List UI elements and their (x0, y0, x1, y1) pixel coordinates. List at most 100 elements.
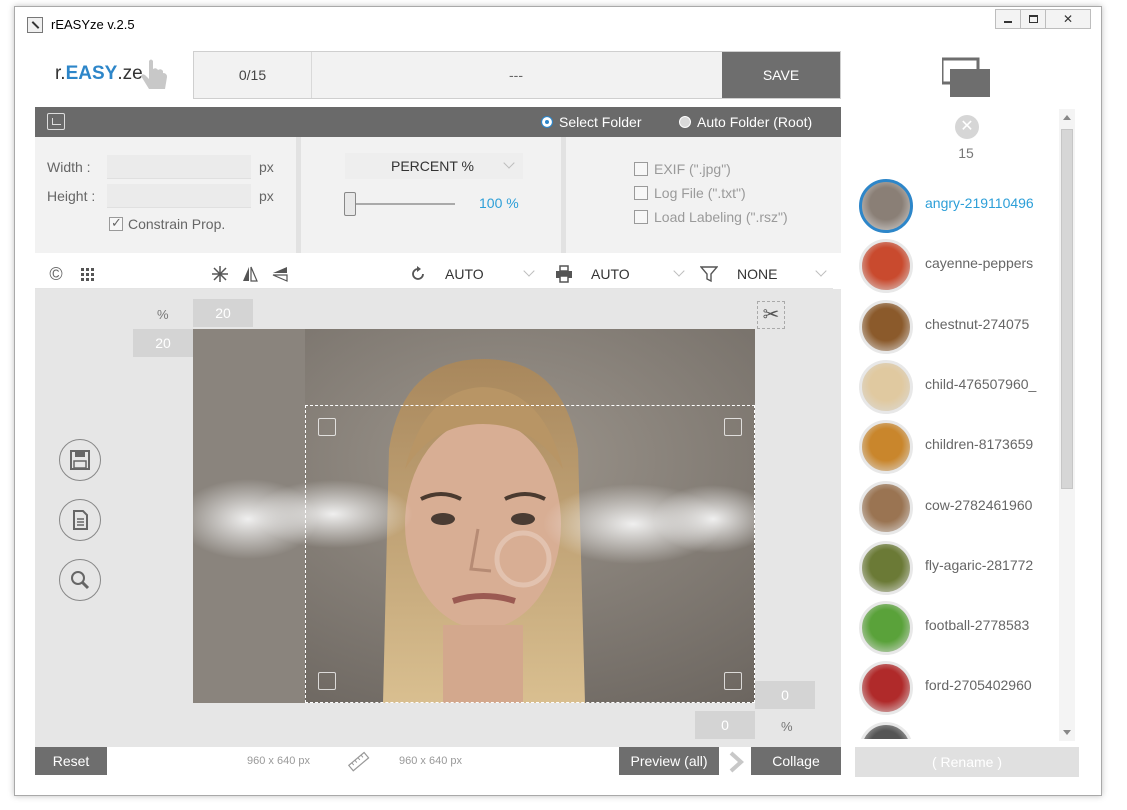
progress-count: 0/15 (194, 52, 312, 98)
scroll-down-icon[interactable] (1063, 730, 1071, 735)
panel-divider (296, 137, 301, 253)
file-list-item[interactable]: child-476507960_ (855, 358, 1061, 416)
minimize-button[interactable] (995, 9, 1021, 29)
target-size-label: 960 x 640 px (399, 755, 462, 767)
print-icon[interactable] (555, 265, 573, 283)
load-labeling-label: Load Labeling (".rsz") (654, 209, 788, 225)
save-button[interactable]: SAVE (722, 52, 840, 98)
settings-panel: Width : px Height : px Constrain Prop. P… (35, 137, 841, 253)
rotate-select[interactable]: AUTO (439, 261, 539, 287)
radio-dot (679, 116, 691, 128)
file-count: 15 (958, 145, 974, 161)
chevron-right-icon (729, 751, 744, 773)
file-list-scrollbar[interactable] (1059, 109, 1075, 741)
clear-list-icon[interactable]: ✕ (955, 115, 979, 139)
constrain-checkbox[interactable] (109, 215, 123, 231)
file-thumbnail (859, 661, 913, 716)
image-preview[interactable] (193, 329, 755, 703)
document-icon (73, 510, 88, 530)
preview-all-button[interactable]: Preview (all) (619, 747, 719, 775)
bottom-percent-label: % (781, 719, 793, 734)
crop-rectangle[interactable] (305, 405, 755, 703)
crop-scissors-icon[interactable]: ✂ (757, 301, 785, 329)
scale-mode-select[interactable]: PERCENT % (345, 153, 523, 179)
width-label: Width : (47, 159, 91, 175)
filter-icon[interactable] (700, 265, 718, 283)
image-toolbar: © AUTO AUTO NONE (35, 259, 833, 289)
height-unit: px (259, 188, 274, 204)
right-margin-field[interactable]: 0 (755, 681, 815, 709)
log-file-checkbox[interactable] (634, 186, 648, 200)
file-list-item[interactable]: cayenne-peppers (855, 237, 1061, 295)
edit-corner-icon[interactable] (724, 418, 742, 436)
file-list-item[interactable]: football-2778583 (855, 599, 1061, 657)
top-percent-label: % (157, 307, 169, 322)
filter-select[interactable]: NONE (731, 261, 831, 287)
hand-pointer-icon (141, 59, 167, 89)
file-name: fly-agaric-281772 (925, 556, 1034, 573)
scale-mode-value: PERCENT % (391, 158, 474, 174)
file-list-item[interactable]: chestnut-274075 (855, 298, 1061, 356)
close-button[interactable]: ✕ (1045, 9, 1091, 29)
scale-slider-track[interactable] (351, 203, 455, 205)
file-thumbnail (859, 540, 913, 595)
window-title: rEASYze v.2.5 (51, 17, 135, 32)
folders-icon[interactable] (942, 57, 990, 97)
scrollbar-thumb[interactable] (1061, 129, 1073, 489)
file-name: children-8173659 (925, 436, 1034, 453)
chevron-down-icon (503, 157, 515, 169)
rotate-value: AUTO (445, 266, 484, 282)
scroll-up-icon[interactable] (1063, 115, 1071, 120)
file-name: ford-2705402960 (925, 677, 1032, 694)
file-list-item[interactable]: fly-agaric-281772 (855, 539, 1061, 597)
height-field[interactable] (107, 184, 251, 208)
left-margin-field[interactable]: 20 (133, 329, 193, 357)
output-folder-icon[interactable] (47, 113, 65, 130)
maximize-button[interactable] (1020, 9, 1046, 29)
auto-folder-radio[interactable]: Auto Folder (Root) (679, 107, 812, 137)
source-size-label: 960 x 640 px (247, 755, 310, 767)
flip-horizontal-icon[interactable] (241, 265, 259, 283)
file-list-item[interactable]: ford-2705402960 (855, 659, 1061, 717)
radio-dot-selected (541, 116, 553, 128)
rename-button[interactable]: ( Rename ) (855, 747, 1079, 777)
edit-corner-icon[interactable] (724, 672, 742, 690)
print-select[interactable]: AUTO (585, 261, 685, 287)
zoom-button[interactable] (59, 559, 101, 601)
folder-bar: Select Folder Auto Folder (Root) (35, 107, 841, 137)
ruler-icon (347, 751, 370, 772)
bottom-margin-field[interactable]: 0 (695, 711, 755, 739)
file-list-item[interactable]: cow-2782461960 (855, 479, 1061, 537)
file-list-item[interactable]: angry-219110496 (855, 177, 1061, 235)
collage-button[interactable]: Collage (751, 747, 841, 775)
file-thumbnail (859, 239, 913, 294)
title-bar: rEASYze v.2.5 ✕ (15, 7, 1101, 41)
width-field[interactable] (107, 155, 251, 179)
file-name: cow-2782461960 (925, 496, 1033, 513)
edit-corner-icon[interactable] (318, 418, 336, 436)
file-list-item[interactable] (855, 720, 1061, 739)
file-list-item[interactable]: children-8173659 (855, 418, 1061, 476)
auto-folder-label: Auto Folder (Root) (697, 114, 813, 130)
grid-icon[interactable] (79, 265, 97, 283)
reset-button[interactable]: Reset (35, 747, 107, 775)
file-name: football-2778583 (925, 617, 1030, 634)
scale-slider-thumb[interactable] (344, 192, 356, 216)
edit-corner-icon[interactable] (318, 672, 336, 690)
select-folder-radio[interactable]: Select Folder (541, 107, 641, 137)
logo-main: EASY (65, 63, 118, 84)
rotate-icon[interactable] (409, 265, 427, 283)
app-window: rEASYze v.2.5 ✕ r.EASY.ze 0/15 --- SAVE … (14, 6, 1102, 796)
load-labeling-checkbox[interactable] (634, 210, 648, 224)
chevron-down-icon (673, 265, 685, 277)
document-button[interactable] (59, 499, 101, 541)
file-name: child-476507960_ (925, 375, 1037, 392)
sharpen-icon[interactable] (211, 265, 229, 283)
copyright-icon[interactable]: © (47, 265, 65, 283)
file-name: cayenne-peppers (925, 255, 1034, 272)
save-image-button[interactable] (59, 439, 101, 481)
top-margin-field[interactable]: 20 (193, 299, 253, 327)
exif-checkbox[interactable] (634, 162, 648, 176)
floppy-disk-icon (70, 450, 90, 470)
flip-vertical-icon[interactable] (271, 265, 289, 283)
